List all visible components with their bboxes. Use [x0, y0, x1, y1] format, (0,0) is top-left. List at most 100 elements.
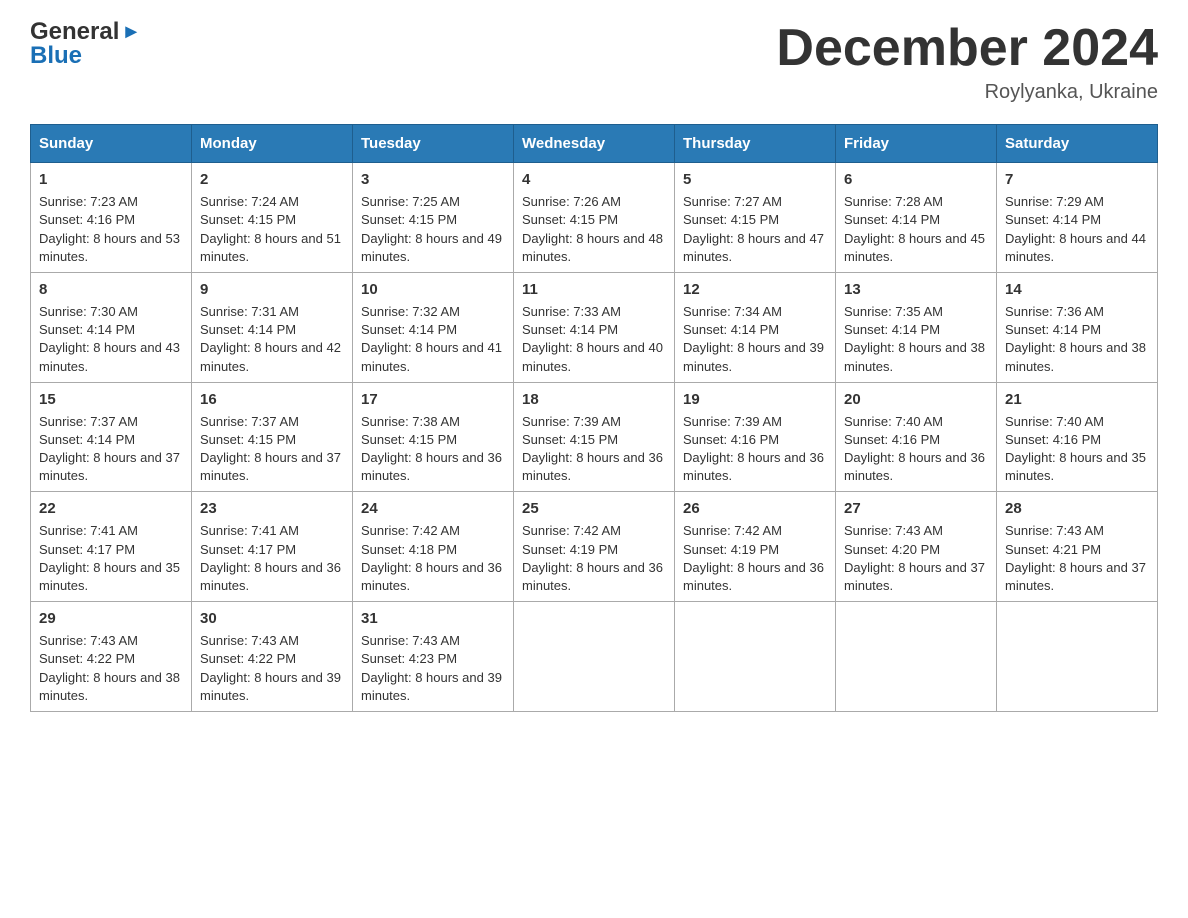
calendar-day-cell: 10 Sunrise: 7:32 AMSunset: 4:14 PMDaylig… — [353, 272, 514, 382]
calendar-week-row: 8 Sunrise: 7:30 AMSunset: 4:14 PMDayligh… — [31, 272, 1158, 382]
day-number: 19 — [683, 389, 827, 410]
day-number: 11 — [522, 279, 666, 300]
day-number: 15 — [39, 389, 183, 410]
day-info: Sunrise: 7:24 AMSunset: 4:15 PMDaylight:… — [200, 194, 341, 264]
day-number: 31 — [361, 608, 505, 629]
day-info: Sunrise: 7:26 AMSunset: 4:15 PMDaylight:… — [522, 194, 663, 264]
calendar-day-cell: 16 Sunrise: 7:37 AMSunset: 4:15 PMDaylig… — [192, 382, 353, 492]
calendar-day-cell: 24 Sunrise: 7:42 AMSunset: 4:18 PMDaylig… — [353, 492, 514, 602]
calendar-day-cell: 9 Sunrise: 7:31 AMSunset: 4:14 PMDayligh… — [192, 272, 353, 382]
weekday-header-cell: Wednesday — [514, 125, 675, 163]
day-info: Sunrise: 7:42 AMSunset: 4:18 PMDaylight:… — [361, 523, 502, 593]
calendar-day-cell: 19 Sunrise: 7:39 AMSunset: 4:16 PMDaylig… — [675, 382, 836, 492]
day-info: Sunrise: 7:35 AMSunset: 4:14 PMDaylight:… — [844, 304, 985, 374]
day-number: 16 — [200, 389, 344, 410]
day-info: Sunrise: 7:38 AMSunset: 4:15 PMDaylight:… — [361, 414, 502, 484]
calendar-day-cell: 2 Sunrise: 7:24 AMSunset: 4:15 PMDayligh… — [192, 163, 353, 273]
weekday-header-cell: Sunday — [31, 125, 192, 163]
calendar-day-cell — [675, 602, 836, 712]
day-info: Sunrise: 7:28 AMSunset: 4:14 PMDaylight:… — [844, 194, 985, 264]
day-info: Sunrise: 7:43 AMSunset: 4:22 PMDaylight:… — [39, 633, 180, 703]
weekday-header-row: SundayMondayTuesdayWednesdayThursdayFrid… — [31, 125, 1158, 163]
day-number: 18 — [522, 389, 666, 410]
day-info: Sunrise: 7:33 AMSunset: 4:14 PMDaylight:… — [522, 304, 663, 374]
weekday-header-cell: Monday — [192, 125, 353, 163]
day-number: 2 — [200, 169, 344, 190]
day-info: Sunrise: 7:43 AMSunset: 4:23 PMDaylight:… — [361, 633, 502, 703]
day-number: 10 — [361, 279, 505, 300]
day-info: Sunrise: 7:32 AMSunset: 4:14 PMDaylight:… — [361, 304, 502, 374]
day-number: 6 — [844, 169, 988, 190]
day-number: 4 — [522, 169, 666, 190]
location-label: Roylyanka, Ukraine — [776, 81, 1158, 104]
day-number: 26 — [683, 498, 827, 519]
weekday-header-cell: Saturday — [997, 125, 1158, 163]
calendar-day-cell: 3 Sunrise: 7:25 AMSunset: 4:15 PMDayligh… — [353, 163, 514, 273]
calendar-day-cell: 21 Sunrise: 7:40 AMSunset: 4:16 PMDaylig… — [997, 382, 1158, 492]
calendar-day-cell: 11 Sunrise: 7:33 AMSunset: 4:14 PMDaylig… — [514, 272, 675, 382]
calendar-day-cell: 28 Sunrise: 7:43 AMSunset: 4:21 PMDaylig… — [997, 492, 1158, 602]
calendar-day-cell: 23 Sunrise: 7:41 AMSunset: 4:17 PMDaylig… — [192, 492, 353, 602]
day-info: Sunrise: 7:30 AMSunset: 4:14 PMDaylight:… — [39, 304, 180, 374]
day-number: 14 — [1005, 279, 1149, 300]
calendar-day-cell: 20 Sunrise: 7:40 AMSunset: 4:16 PMDaylig… — [836, 382, 997, 492]
day-number: 9 — [200, 279, 344, 300]
day-info: Sunrise: 7:43 AMSunset: 4:20 PMDaylight:… — [844, 523, 985, 593]
day-info: Sunrise: 7:31 AMSunset: 4:14 PMDaylight:… — [200, 304, 341, 374]
weekday-header-cell: Friday — [836, 125, 997, 163]
calendar-day-cell — [836, 602, 997, 712]
calendar-day-cell — [997, 602, 1158, 712]
calendar-week-row: 29 Sunrise: 7:43 AMSunset: 4:22 PMDaylig… — [31, 602, 1158, 712]
day-number: 29 — [39, 608, 183, 629]
day-info: Sunrise: 7:39 AMSunset: 4:15 PMDaylight:… — [522, 414, 663, 484]
calendar-day-cell: 29 Sunrise: 7:43 AMSunset: 4:22 PMDaylig… — [31, 602, 192, 712]
calendar-day-cell: 18 Sunrise: 7:39 AMSunset: 4:15 PMDaylig… — [514, 382, 675, 492]
day-info: Sunrise: 7:41 AMSunset: 4:17 PMDaylight:… — [200, 523, 341, 593]
logo-general-text: General — [30, 20, 119, 44]
day-number: 3 — [361, 169, 505, 190]
page-header: General► Blue December 2024 Roylyanka, U… — [30, 20, 1158, 104]
logo-blue-text: Blue — [30, 44, 141, 68]
calendar-table: SundayMondayTuesdayWednesdayThursdayFrid… — [30, 124, 1158, 712]
calendar-day-cell: 14 Sunrise: 7:36 AMSunset: 4:14 PMDaylig… — [997, 272, 1158, 382]
day-number: 24 — [361, 498, 505, 519]
day-number: 13 — [844, 279, 988, 300]
calendar-day-cell: 31 Sunrise: 7:43 AMSunset: 4:23 PMDaylig… — [353, 602, 514, 712]
calendar-day-cell: 22 Sunrise: 7:41 AMSunset: 4:17 PMDaylig… — [31, 492, 192, 602]
calendar-day-cell: 1 Sunrise: 7:23 AMSunset: 4:16 PMDayligh… — [31, 163, 192, 273]
day-info: Sunrise: 7:39 AMSunset: 4:16 PMDaylight:… — [683, 414, 824, 484]
day-number: 5 — [683, 169, 827, 190]
day-number: 21 — [1005, 389, 1149, 410]
logo: General► Blue — [30, 20, 141, 68]
calendar-day-cell: 26 Sunrise: 7:42 AMSunset: 4:19 PMDaylig… — [675, 492, 836, 602]
calendar-day-cell: 13 Sunrise: 7:35 AMSunset: 4:14 PMDaylig… — [836, 272, 997, 382]
day-info: Sunrise: 7:36 AMSunset: 4:14 PMDaylight:… — [1005, 304, 1146, 374]
calendar-week-row: 1 Sunrise: 7:23 AMSunset: 4:16 PMDayligh… — [31, 163, 1158, 273]
day-number: 28 — [1005, 498, 1149, 519]
day-info: Sunrise: 7:42 AMSunset: 4:19 PMDaylight:… — [522, 523, 663, 593]
day-number: 7 — [1005, 169, 1149, 190]
weekday-header-cell: Thursday — [675, 125, 836, 163]
day-number: 1 — [39, 169, 183, 190]
day-number: 22 — [39, 498, 183, 519]
calendar-day-cell: 17 Sunrise: 7:38 AMSunset: 4:15 PMDaylig… — [353, 382, 514, 492]
day-number: 25 — [522, 498, 666, 519]
day-info: Sunrise: 7:25 AMSunset: 4:15 PMDaylight:… — [361, 194, 502, 264]
day-info: Sunrise: 7:37 AMSunset: 4:14 PMDaylight:… — [39, 414, 180, 484]
day-number: 30 — [200, 608, 344, 629]
day-info: Sunrise: 7:43 AMSunset: 4:22 PMDaylight:… — [200, 633, 341, 703]
calendar-day-cell: 25 Sunrise: 7:42 AMSunset: 4:19 PMDaylig… — [514, 492, 675, 602]
calendar-day-cell — [514, 602, 675, 712]
calendar-day-cell: 4 Sunrise: 7:26 AMSunset: 4:15 PMDayligh… — [514, 163, 675, 273]
logo-arrow-icon: ► — [121, 22, 141, 42]
calendar-day-cell: 5 Sunrise: 7:27 AMSunset: 4:15 PMDayligh… — [675, 163, 836, 273]
day-number: 20 — [844, 389, 988, 410]
calendar-day-cell: 30 Sunrise: 7:43 AMSunset: 4:22 PMDaylig… — [192, 602, 353, 712]
calendar-day-cell: 6 Sunrise: 7:28 AMSunset: 4:14 PMDayligh… — [836, 163, 997, 273]
day-number: 17 — [361, 389, 505, 410]
day-info: Sunrise: 7:34 AMSunset: 4:14 PMDaylight:… — [683, 304, 824, 374]
title-block: December 2024 Roylyanka, Ukraine — [776, 20, 1158, 104]
calendar-day-cell: 8 Sunrise: 7:30 AMSunset: 4:14 PMDayligh… — [31, 272, 192, 382]
day-number: 23 — [200, 498, 344, 519]
calendar-week-row: 22 Sunrise: 7:41 AMSunset: 4:17 PMDaylig… — [31, 492, 1158, 602]
